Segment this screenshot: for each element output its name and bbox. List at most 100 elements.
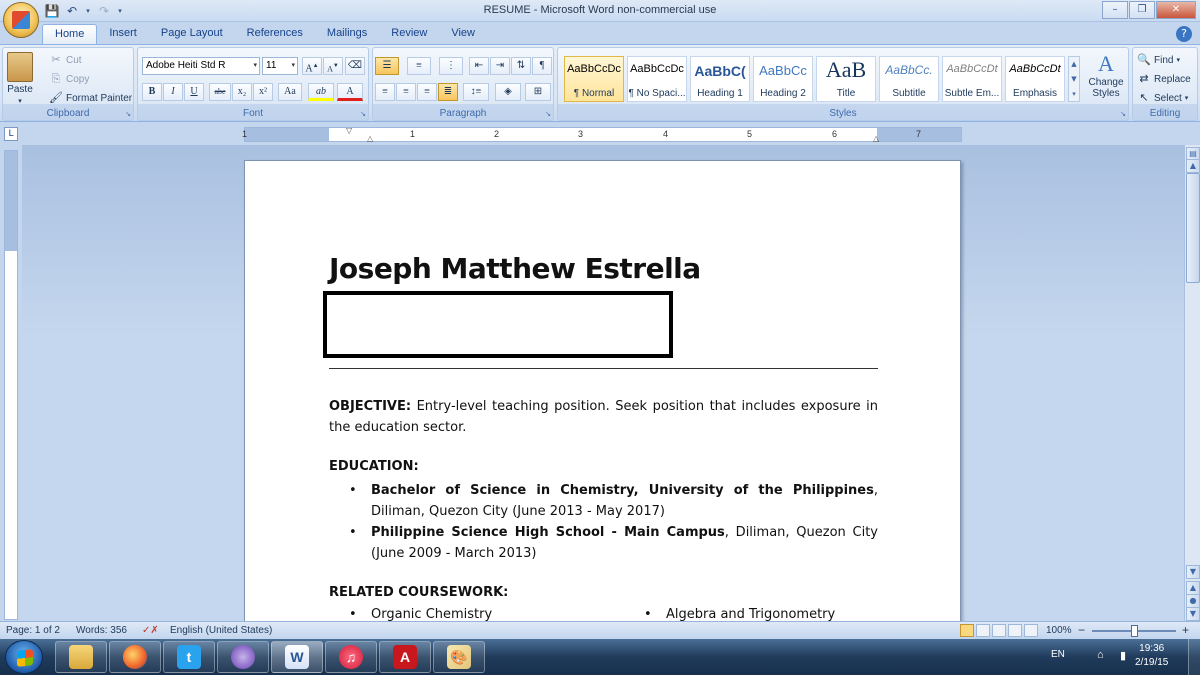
tab-review[interactable]: Review	[379, 24, 439, 45]
align-left-button[interactable]: ≡	[375, 83, 395, 101]
select-button[interactable]: ↖ Select ▾	[1137, 91, 1188, 105]
italic-button[interactable]: I	[163, 83, 183, 101]
first-line-indent-marker[interactable]: ▽	[346, 126, 352, 135]
restore-button[interactable]: ❐	[1129, 1, 1155, 19]
zoom-in-button[interactable]: +	[1182, 623, 1189, 637]
paste-button[interactable]: Paste ▾	[7, 52, 33, 105]
align-center-button[interactable]: ≡	[396, 83, 416, 101]
line-spacing-button[interactable]: ↕≡	[463, 83, 489, 101]
font-name-combo[interactable]: Adobe Heiti Std R ▾	[142, 57, 260, 75]
font-size-combo[interactable]: 11 ▾	[262, 57, 298, 75]
show-formatting-button[interactable]: ¶	[532, 57, 552, 75]
align-right-button[interactable]: ≡	[417, 83, 437, 101]
start-button[interactable]	[5, 640, 43, 674]
minimize-button[interactable]: –	[1102, 1, 1128, 19]
style-normal[interactable]: AaBbCcDc ¶ Normal	[564, 56, 624, 102]
device-icon[interactable]: ⌂	[1097, 649, 1104, 661]
change-styles-button[interactable]: A Change Styles	[1084, 52, 1128, 100]
proofing-icon[interactable]: ✓✗	[142, 625, 159, 636]
change-case-button[interactable]: Aa	[278, 83, 302, 101]
subscript-button[interactable]: x₂	[232, 83, 252, 101]
bullets-button[interactable]: ☰	[375, 57, 399, 75]
taskbar-app-adobe-reader[interactable]: A	[379, 641, 431, 673]
tab-home[interactable]: Home	[42, 24, 98, 45]
dialog-launcher-icon[interactable]: ↘	[1120, 110, 1126, 118]
previous-page-icon[interactable]: ▲	[1186, 581, 1200, 595]
justify-button[interactable]: ≣	[438, 83, 458, 101]
web-layout-button[interactable]	[992, 624, 1006, 637]
bold-button[interactable]: B	[142, 83, 162, 101]
zoom-out-button[interactable]: −	[1078, 623, 1085, 637]
format-painter-button[interactable]: 🖌 Format Painter	[49, 91, 132, 105]
style-no-spacing[interactable]: AaBbCcDc ¶ No Spaci...	[627, 56, 687, 102]
styles-gallery-scroll[interactable]: ▲ ▼ ▾	[1068, 56, 1080, 102]
font-color-button[interactable]: A	[337, 83, 363, 101]
taskbar-app-paint[interactable]: 🎨	[433, 641, 485, 673]
style-title[interactable]: AaB Title	[816, 56, 876, 102]
style-emphasis[interactable]: AaBbCcDt Emphasis	[1005, 56, 1065, 102]
style-heading-1[interactable]: AaBbC( Heading 1	[690, 56, 750, 102]
highlight-button[interactable]: ab	[308, 83, 334, 101]
taskbar-app-explorer[interactable]	[55, 641, 107, 673]
hanging-indent-marker[interactable]: △	[367, 134, 373, 143]
decrease-indent-button[interactable]: ⇤	[469, 57, 489, 75]
taskbar-app-twitter[interactable]: t	[163, 641, 215, 673]
vertical-scrollbar[interactable]: ▤ ▲ ▼ ▲ ● ▼	[1184, 145, 1200, 621]
network-icon[interactable]: ▮	[1120, 649, 1126, 662]
taskbar-app-bittorrent[interactable]	[217, 641, 269, 673]
find-button[interactable]: 🔍 Find ▾	[1137, 53, 1180, 67]
strikethrough-button[interactable]: abe	[209, 83, 231, 101]
taskbar-app-word[interactable]: W	[271, 641, 323, 673]
outline-view-button[interactable]	[1008, 624, 1022, 637]
borders-button[interactable]: ⊞	[525, 83, 551, 101]
help-icon[interactable]: ?	[1176, 26, 1192, 42]
increase-indent-button[interactable]: ⇥	[490, 57, 510, 75]
replace-button[interactable]: ⇄ Replace	[1137, 72, 1190, 86]
taskbar-app-firefox[interactable]	[109, 641, 161, 673]
right-indent-marker[interactable]: △	[873, 134, 879, 143]
sort-button[interactable]: ⇅	[511, 57, 531, 75]
horizontal-ruler[interactable]: 1 1 2 3 4 5 6 7 ▽ △ △	[242, 126, 962, 143]
dialog-launcher-icon[interactable]: ↘	[125, 110, 131, 118]
underline-button[interactable]: U	[184, 83, 204, 101]
tab-page-layout[interactable]: Page Layout	[149, 24, 235, 45]
full-screen-reading-button[interactable]	[976, 624, 990, 637]
grow-font-button[interactable]: A▲	[302, 57, 322, 75]
scroll-up-icon[interactable]: ▲	[1186, 159, 1200, 173]
cut-button[interactable]: ✂ Cut	[49, 53, 81, 67]
show-desktop-button[interactable]	[1188, 639, 1200, 675]
office-button[interactable]	[3, 2, 39, 38]
zoom-slider-thumb[interactable]	[1131, 625, 1138, 637]
tab-references[interactable]: References	[235, 24, 315, 45]
scroll-thumb[interactable]	[1186, 173, 1200, 283]
scroll-down-icon[interactable]: ▼	[1186, 565, 1200, 579]
close-button[interactable]: ✕	[1156, 1, 1196, 19]
tab-selector-icon[interactable]: L	[4, 127, 18, 141]
draft-view-button[interactable]	[1024, 624, 1038, 637]
vertical-ruler[interactable]	[4, 150, 18, 620]
input-language[interactable]: EN	[1051, 649, 1065, 660]
numbering-button[interactable]: ≡	[407, 57, 431, 75]
browse-object-icon[interactable]: ●	[1186, 594, 1200, 608]
print-layout-view-button[interactable]	[960, 624, 974, 637]
taskbar-app-itunes[interactable]: ♫	[325, 641, 377, 673]
system-clock[interactable]: 19:36 2/19/15	[1135, 642, 1168, 670]
tab-view[interactable]: View	[439, 24, 487, 45]
superscript-button[interactable]: x²	[253, 83, 273, 101]
dialog-launcher-icon[interactable]: ↘	[545, 110, 551, 118]
zoom-level[interactable]: 100%	[1046, 625, 1072, 636]
page-count[interactable]: Page: 1 of 2	[6, 625, 60, 636]
style-heading-2[interactable]: AaBbCc Heading 2	[753, 56, 813, 102]
shading-button[interactable]: ◈	[495, 83, 521, 101]
style-subtitle[interactable]: AaBbCc. Subtitle	[879, 56, 939, 102]
tab-mailings[interactable]: Mailings	[315, 24, 379, 45]
document-page[interactable]: Joseph Matthew Estrella OBJECTIVE: Entry…	[244, 160, 961, 621]
shrink-font-button[interactable]: A▼	[323, 57, 343, 75]
multilevel-list-button[interactable]: ⋮	[439, 57, 463, 75]
copy-button[interactable]: ⎘ Copy	[49, 72, 90, 86]
language-indicator[interactable]: English (United States)	[170, 625, 272, 636]
tab-insert[interactable]: Insert	[97, 24, 149, 45]
style-subtle-emphasis[interactable]: AaBbCcDt Subtle Em...	[942, 56, 1002, 102]
dialog-launcher-icon[interactable]: ↘	[360, 110, 366, 118]
clear-formatting-icon[interactable]: ⌫	[345, 57, 365, 75]
